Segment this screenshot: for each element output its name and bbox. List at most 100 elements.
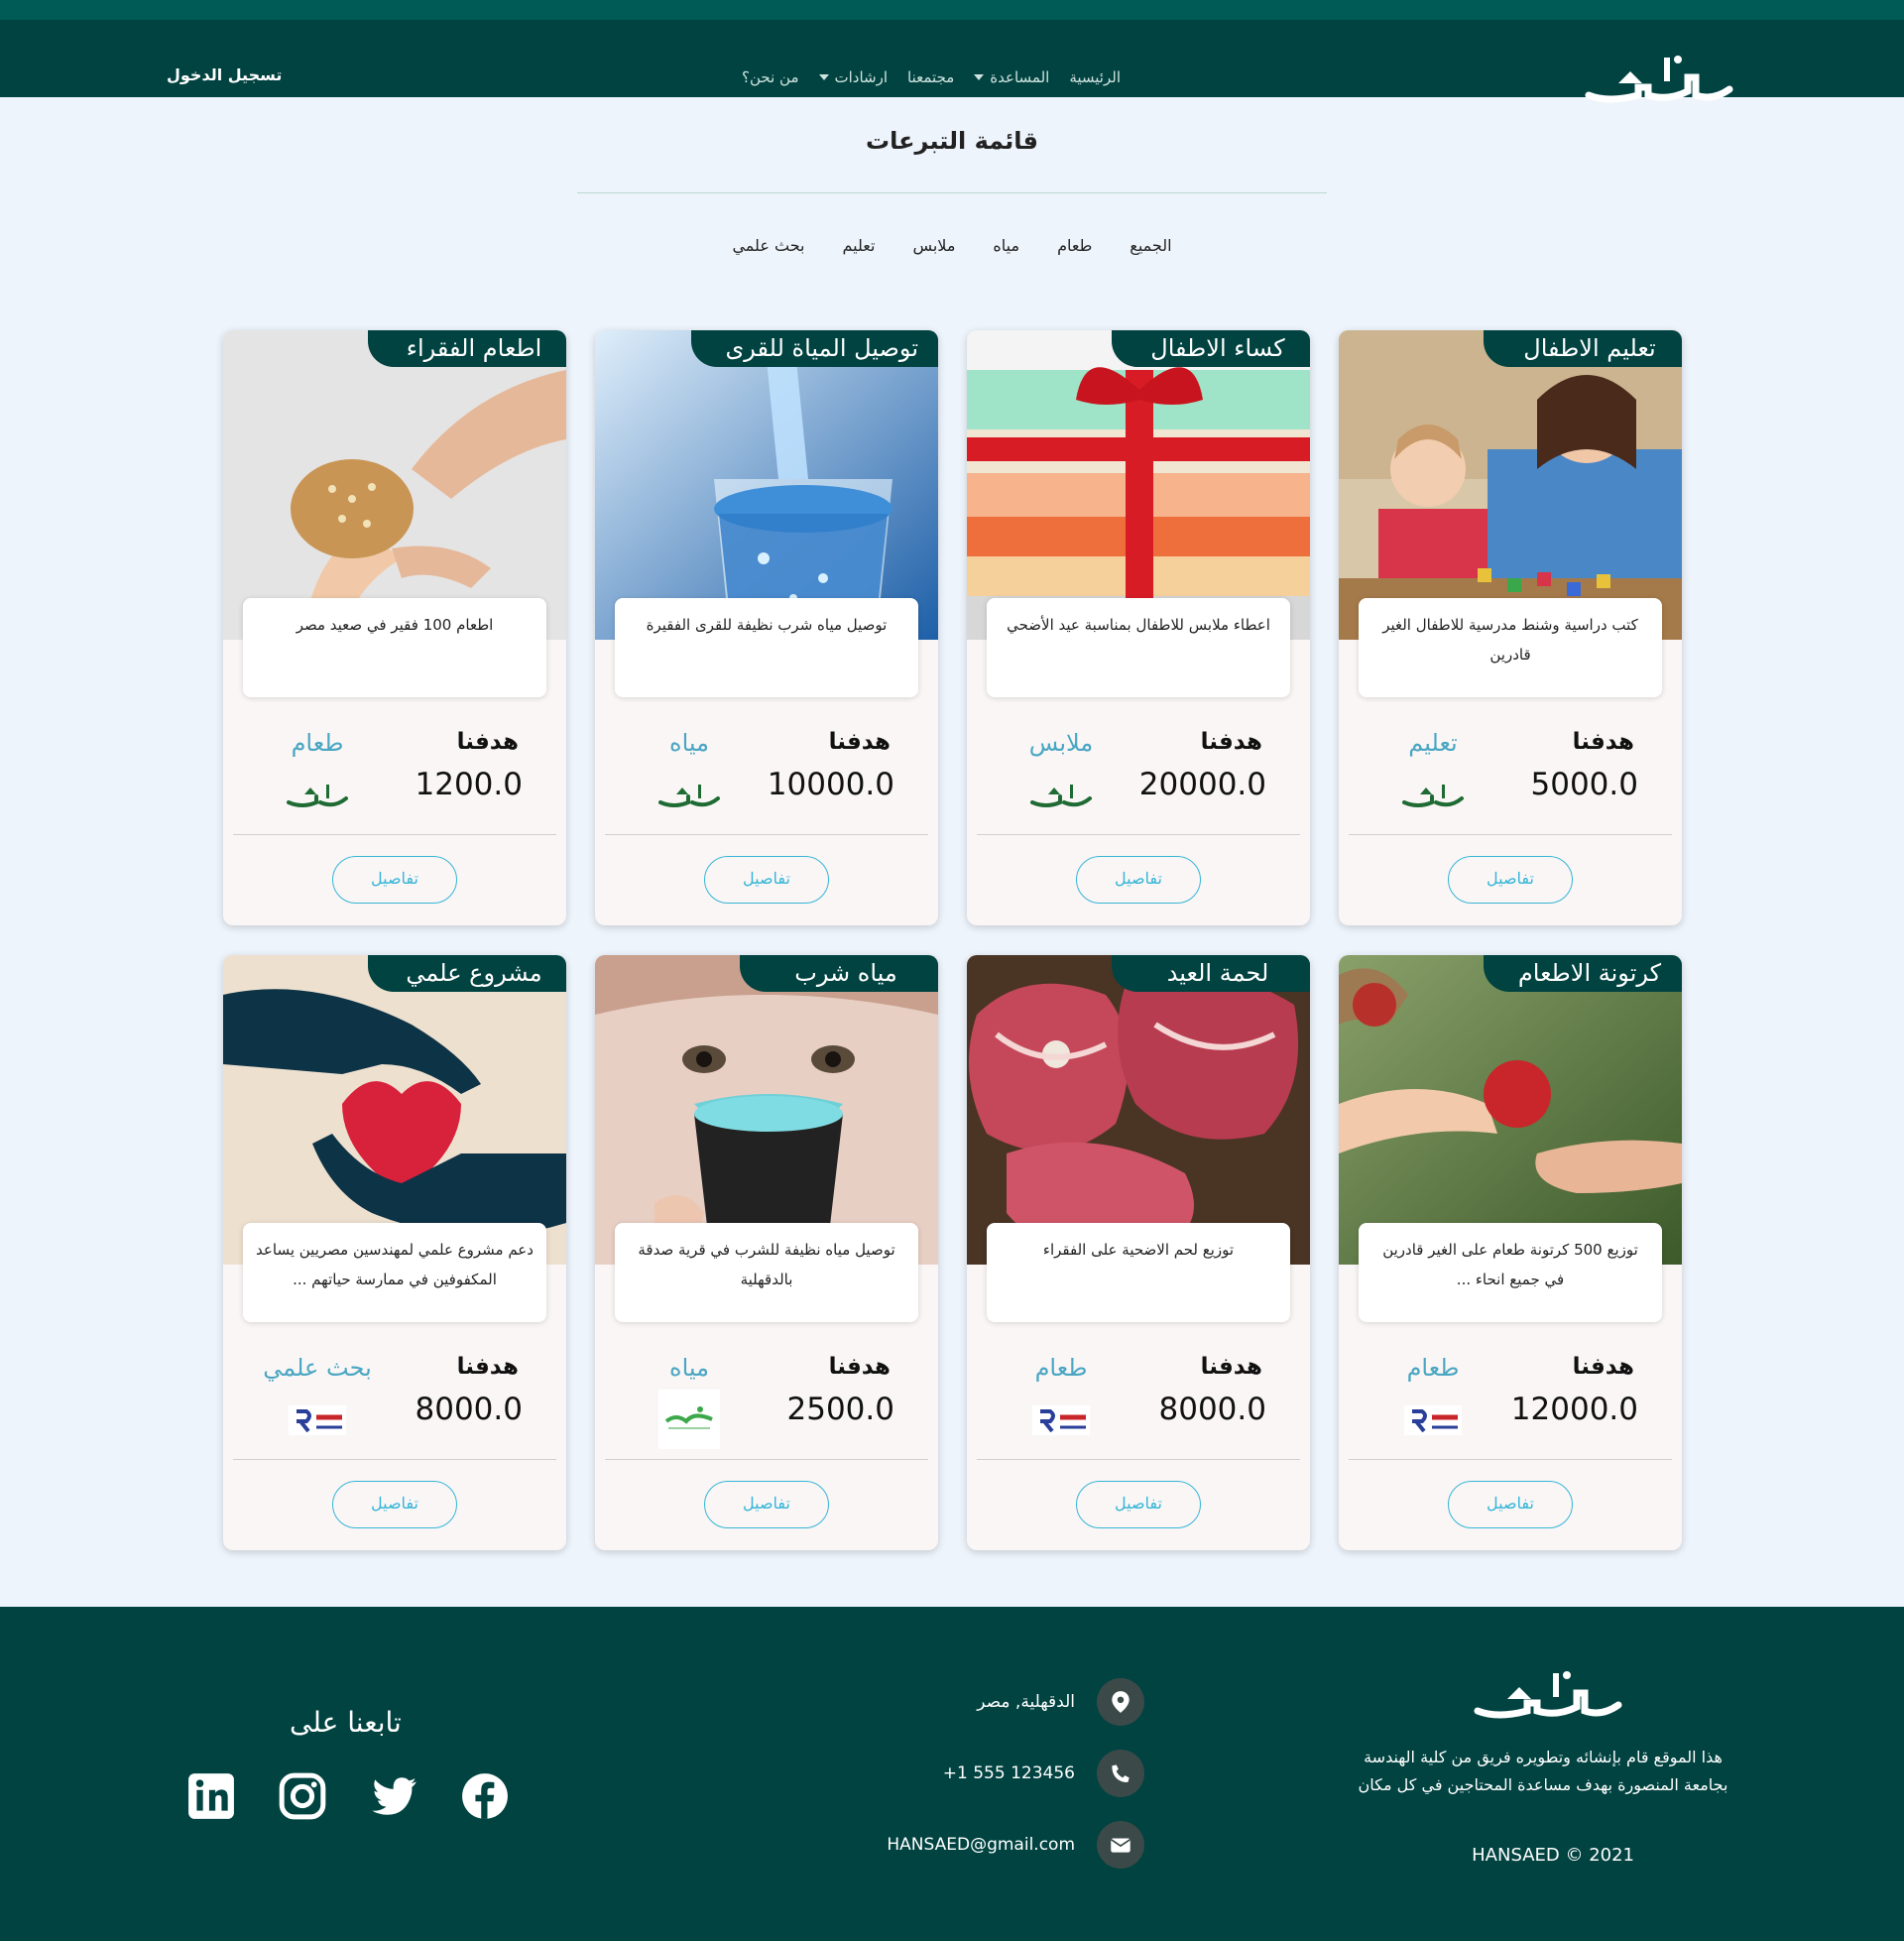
email-text[interactable]: HANSAED@gmail.com — [887, 1835, 1075, 1855]
orman-org-logo — [654, 1390, 724, 1449]
goal-label: هدفنا — [456, 729, 519, 755]
card-divider — [1349, 834, 1672, 835]
details-button[interactable]: تفاصيل — [332, 856, 457, 904]
card-image-teacher-children — [1339, 330, 1682, 640]
donation-card: مياه شرب توصيل مياه نظيفة للشرب في قرية … — [595, 955, 938, 1550]
card-image-apple-hands — [1339, 955, 1682, 1265]
site-logo[interactable] — [1579, 48, 1737, 107]
filter-education[interactable]: تعليم — [842, 236, 875, 262]
footer: هذا الموقع قام بإنشائه وتطويره فريق من ك… — [0, 1607, 1904, 1941]
card-amount: 2500.0 — [786, 1392, 894, 1427]
details-button[interactable]: تفاصيل — [332, 1481, 457, 1528]
top-accent-bar — [0, 0, 1904, 20]
card-divider — [1349, 1459, 1672, 1460]
hansaed-org-logo — [654, 773, 724, 816]
card-divider — [977, 1459, 1300, 1460]
nav-help-label: المساعدة — [990, 68, 1050, 86]
card-category[interactable]: طعام — [1378, 1354, 1488, 1382]
card-amount: 10000.0 — [767, 767, 894, 802]
card-title: كساء الاطفال — [1112, 330, 1310, 367]
hansaed-org-logo — [1026, 773, 1096, 816]
card-category[interactable]: ملابس — [1007, 729, 1116, 757]
details-button[interactable]: تفاصيل — [1448, 856, 1573, 904]
filter-water[interactable]: مياه — [993, 236, 1019, 262]
card-category[interactable]: مياه — [635, 1354, 744, 1382]
main-nav: الرئيسية المساعدة مجتمعنا ارشادات من نحن… — [694, 65, 1121, 89]
card-description: كتب دراسية وشنط مدرسية للاطفال الغير قاد… — [1359, 598, 1662, 697]
donation-card: توصيل المياة للقرى توصيل مياه شرب نظيفة … — [595, 330, 938, 925]
nav-help[interactable]: المساعدة — [974, 65, 1049, 89]
contact-address: الدقهلية, مصر — [977, 1678, 1144, 1726]
goal-label: هدفنا — [1200, 729, 1262, 755]
card-description: توزيع 500 كرتونة طعام على الغير قادرين ف… — [1359, 1223, 1662, 1322]
nav-guidelines-label: ارشادات — [834, 68, 889, 86]
card-title: مشروع علمي — [368, 955, 566, 992]
card-category[interactable]: طعام — [1007, 1354, 1116, 1382]
nav-home[interactable]: الرئيسية — [1069, 65, 1121, 89]
card-image-meat — [967, 955, 1310, 1265]
card-category[interactable]: مياه — [635, 729, 744, 757]
chevron-down-icon — [818, 74, 829, 80]
card-image-clothes-gift — [967, 330, 1310, 640]
nav-about[interactable]: من نحن؟ — [742, 65, 798, 89]
goal-label: هدفنا — [828, 1354, 891, 1380]
location-pin-icon — [1097, 1678, 1144, 1726]
card-category[interactable]: طعام — [263, 729, 372, 757]
twitter-icon[interactable] — [369, 1771, 418, 1821]
card-title: لحمة العيد — [1112, 955, 1310, 992]
phone-icon — [1097, 1750, 1144, 1797]
facebook-icon[interactable] — [460, 1771, 510, 1821]
hansaed-org-logo — [283, 773, 352, 816]
card-description: توصيل مياه شرب نظيفة للقرى الفقيرة — [615, 598, 918, 697]
title-divider — [577, 192, 1327, 193]
donation-card: كساء الاطفال اعطاء ملابس للاطفال بمناسبة… — [967, 330, 1310, 925]
social-links — [186, 1771, 510, 1821]
filter-clothes[interactable]: ملابس — [912, 236, 955, 262]
details-button[interactable]: تفاصيل — [1448, 1481, 1573, 1528]
details-button[interactable]: تفاصيل — [704, 856, 829, 904]
follow-title: تابعنا على — [290, 1706, 402, 1739]
card-title: اطعام الفقراء — [368, 330, 566, 367]
category-filters: الجميع طعام مياه ملابس تعليم بحث علمي — [694, 236, 1210, 262]
instagram-icon[interactable] — [278, 1771, 327, 1821]
goal-label: هدفنا — [828, 729, 891, 755]
filter-food[interactable]: طعام — [1057, 236, 1092, 262]
nav-community[interactable]: مجتمعنا — [907, 65, 954, 89]
details-button[interactable]: تفاصيل — [1076, 1481, 1201, 1528]
chevron-down-icon — [974, 74, 985, 80]
card-description: توزيع لحم الاضحية على الفقراء — [987, 1223, 1290, 1322]
card-amount: 1200.0 — [415, 767, 523, 802]
card-description: توصيل مياه نظيفة للشرب في قرية صدقة بالد… — [615, 1223, 918, 1322]
card-amount: 20000.0 — [1138, 767, 1266, 802]
goal-label: هدفنا — [1572, 1354, 1634, 1380]
donation-card: كرتونة الاطعام توزيع 500 كرتونة طعام على… — [1339, 955, 1682, 1550]
card-category[interactable]: بحث علمي — [263, 1354, 372, 1382]
card-title: توصيل المياة للقرى — [691, 330, 938, 367]
card-description: اطعام 100 فقير في صعيد مصر — [243, 598, 546, 697]
envelope-icon — [1097, 1821, 1144, 1869]
card-description: اعطاء ملابس للاطفال بمناسبة عيد الأضحي — [987, 598, 1290, 697]
details-button[interactable]: تفاصيل — [1076, 856, 1201, 904]
resala-org-logo — [283, 1397, 352, 1441]
nav-guidelines[interactable]: ارشادات — [818, 65, 889, 89]
details-button[interactable]: تفاصيل — [704, 1481, 829, 1528]
linkedin-icon[interactable] — [186, 1771, 236, 1821]
card-amount: 5000.0 — [1530, 767, 1638, 802]
login-link[interactable]: تسجيل الدخول — [167, 65, 282, 84]
nav-about-label: من نحن؟ — [742, 68, 799, 86]
footer-logo — [1468, 1662, 1626, 1724]
contact-phone: +1 555 123456 — [943, 1750, 1144, 1797]
card-category[interactable]: تعليم — [1378, 729, 1488, 757]
filter-research[interactable]: بحث علمي — [732, 236, 804, 262]
phone-text[interactable]: +1 555 123456 — [943, 1763, 1075, 1783]
card-image-hands-heart — [223, 955, 566, 1265]
address-text: الدقهلية, مصر — [977, 1692, 1075, 1712]
hansaed-org-logo — [1398, 773, 1468, 816]
card-divider — [605, 1459, 928, 1460]
filter-all[interactable]: الجميع — [1130, 236, 1171, 262]
nav-home-label: الرئيسية — [1069, 68, 1121, 86]
card-amount: 12000.0 — [1510, 1392, 1638, 1427]
donation-card: تعليم الاطفال كتب دراسية وشنط مدرسية للا… — [1339, 330, 1682, 925]
footer-copyright: HANSAED © 2021 — [1472, 1845, 1634, 1866]
donation-card: مشروع علمي دعم مشروع علمي لمهندسين مصريي… — [223, 955, 566, 1550]
